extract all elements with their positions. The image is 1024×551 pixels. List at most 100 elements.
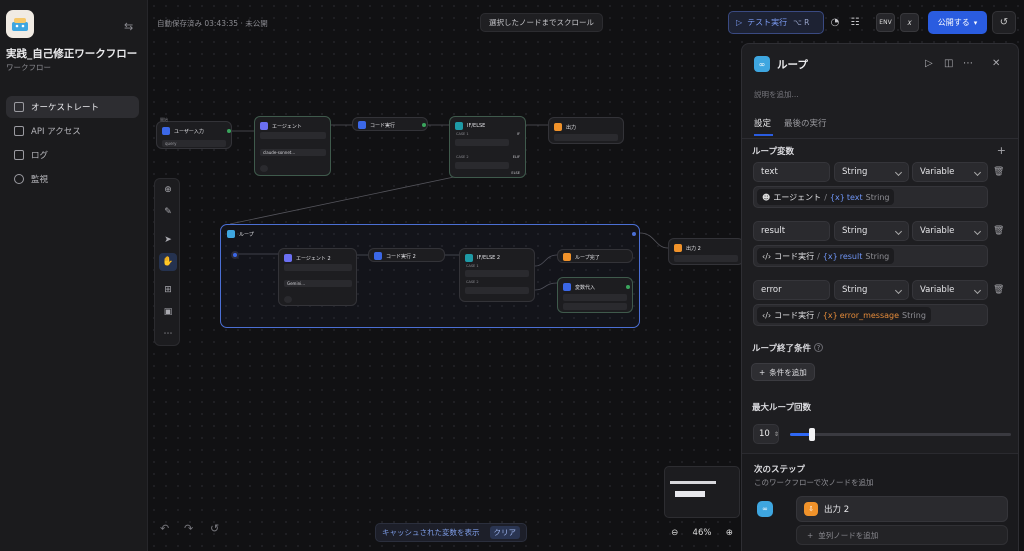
var-source[interactable]: ☻ エージェント / {x} text String bbox=[753, 186, 988, 208]
add-var-icon[interactable]: + bbox=[997, 144, 1006, 157]
agent-icon: ☻ bbox=[762, 192, 771, 202]
var-type-select[interactable]: String bbox=[834, 221, 909, 241]
zoom-out-icon[interactable]: ⊖ bbox=[671, 528, 678, 538]
trash-icon[interactable]: 🗑 bbox=[993, 285, 1004, 295]
node-code[interactable]: コード実行 bbox=[352, 117, 428, 131]
chevron-down-icon: ▾ bbox=[973, 18, 978, 27]
node-model: Gemini... bbox=[284, 280, 352, 287]
add-condition-label: 条件を追加 bbox=[769, 367, 807, 377]
close-icon[interactable]: ✕ bbox=[992, 58, 1000, 69]
code-icon: ‹/› bbox=[762, 310, 772, 320]
node-assign[interactable]: 変数代入 bbox=[557, 277, 633, 313]
redo-icon[interactable]: ↷ bbox=[184, 522, 193, 535]
history-check-icon[interactable]: ◔ bbox=[826, 11, 844, 34]
status-dot bbox=[227, 129, 231, 133]
var-name-input[interactable]: result bbox=[753, 221, 830, 241]
var-mode-select[interactable]: Variable bbox=[912, 162, 988, 182]
scroll-to-selected-button[interactable]: 選択したノードまでスクロール bbox=[480, 13, 603, 32]
branch-if: IF bbox=[516, 132, 520, 136]
node-var: query bbox=[162, 140, 226, 147]
node-agent-2[interactable]: エージェント 2 Gemini... bbox=[278, 248, 357, 306]
next-node-card[interactable]: ⇩ 出力 2 bbox=[796, 496, 1008, 522]
add-note-icon[interactable]: ✎ bbox=[159, 203, 177, 221]
var-source[interactable]: ‹/› コード実行 / {x} error_message String bbox=[753, 304, 988, 326]
loop-icon: ∞ bbox=[757, 501, 773, 517]
checklist-icon[interactable]: ☷ bbox=[846, 11, 864, 34]
version-history-icon[interactable]: ↺ bbox=[992, 11, 1016, 34]
tab-settings[interactable]: 設定 bbox=[754, 117, 771, 129]
var-mode-select[interactable]: Variable bbox=[912, 221, 988, 241]
loop-icon: ∞ bbox=[754, 56, 770, 72]
add-parallel-node-button[interactable]: + 並列ノードを追加 bbox=[796, 525, 1008, 545]
var-source[interactable]: ‹/› コード実行 / {x} result String bbox=[753, 245, 988, 267]
node-output[interactable]: 出力 bbox=[548, 117, 624, 144]
node-title: コード実行 2 bbox=[386, 253, 416, 260]
var-name-input[interactable]: error bbox=[753, 280, 830, 300]
trash-icon[interactable]: 🗑 bbox=[993, 167, 1004, 177]
minimap[interactable] bbox=[664, 466, 740, 518]
node-title: エージェント bbox=[272, 123, 302, 130]
panel-title: ループ bbox=[777, 59, 808, 71]
case-label: CASE 1 bbox=[456, 132, 469, 136]
hand-icon[interactable]: ✋ bbox=[159, 253, 177, 271]
variable-icon[interactable]: 𝑥 bbox=[900, 13, 919, 32]
max-loop-input[interactable]: 10 ⇕ bbox=[753, 424, 779, 444]
split-view-icon[interactable]: ◫ bbox=[944, 58, 953, 69]
env-button[interactable]: ENV bbox=[876, 13, 895, 32]
code-icon: ‹/› bbox=[762, 251, 772, 261]
next-node-label: 出力 2 bbox=[824, 505, 850, 515]
loop-vars-label: ループ変数 bbox=[752, 147, 794, 157]
publish-button[interactable]: 公開する ▾ bbox=[928, 11, 987, 34]
tab-last-run[interactable]: 最後の実行 bbox=[784, 117, 827, 129]
max-loop-label: 最大ループ回数 bbox=[752, 403, 811, 413]
add-parallel-label: 並列ノードを追加 bbox=[818, 530, 879, 540]
more-options-icon[interactable]: ⋯ bbox=[963, 58, 973, 69]
node-output-2[interactable]: 出力 2 bbox=[668, 238, 744, 265]
description-input[interactable]: 説明を追加... bbox=[754, 89, 799, 100]
add-condition-button[interactable]: + 条件を追加 bbox=[751, 363, 815, 381]
max-loop-slider[interactable] bbox=[790, 428, 1011, 441]
node-settings-panel: ∞ ループ ▷ ◫ ⋯ ✕ 説明を追加... 設定 最後の実行 ループ変数 + … bbox=[741, 43, 1019, 551]
history-icon[interactable]: ↺ bbox=[210, 522, 219, 535]
node-model: claude-sonnet... bbox=[260, 149, 326, 156]
info-icon[interactable]: ? bbox=[814, 343, 823, 352]
image-icon[interactable]: ▣ bbox=[159, 303, 177, 321]
zoom-level[interactable]: 46% bbox=[693, 528, 712, 538]
node-agent[interactable]: エージェント claude-sonnet... bbox=[254, 116, 331, 176]
var-type-select[interactable]: String bbox=[834, 162, 909, 182]
run-node-icon[interactable]: ▷ bbox=[925, 58, 933, 69]
test-run-shortcut: ⌥ R bbox=[793, 18, 810, 27]
case-label: CASE 2 bbox=[456, 155, 469, 159]
node-title: IF/ELSE 2 bbox=[477, 255, 501, 261]
test-run-button[interactable]: ▷ テスト実行 ⌥ R bbox=[728, 11, 824, 34]
node-ifelse[interactable]: IF/ELSE CASE 1 IF CASE 2 ELIF ELSE bbox=[449, 116, 526, 178]
more-icon[interactable]: ⋯ bbox=[159, 325, 177, 343]
output-icon: ⇩ bbox=[804, 502, 818, 516]
zoom-controls: ⊖ 46% ⊕ bbox=[664, 523, 740, 543]
plus-icon: + bbox=[759, 367, 766, 377]
stepper-icon[interactable]: ⇕ bbox=[774, 431, 779, 438]
node-code-2[interactable]: コード実行 2 bbox=[368, 248, 445, 262]
node-title: コード実行 bbox=[370, 122, 396, 129]
var-mode-select[interactable]: Variable bbox=[912, 280, 988, 300]
zoom-in-icon[interactable]: ⊕ bbox=[726, 528, 733, 538]
trash-icon[interactable]: 🗑 bbox=[993, 226, 1004, 236]
node-ifelse-2[interactable]: IF/ELSE 2 CASE 1 CASE 2 bbox=[459, 248, 535, 302]
var-name-input[interactable]: text bbox=[753, 162, 830, 182]
canvas-toolbox: ⊕ ✎ ➤ ✋ ⊞ ▣ ⋯ bbox=[154, 178, 180, 346]
node-badge: 開始 bbox=[160, 117, 168, 122]
var-type-select[interactable]: String bbox=[834, 280, 909, 300]
pointer-icon[interactable]: ➤ bbox=[159, 231, 177, 249]
test-run-label: テスト実行 bbox=[747, 18, 788, 27]
show-cache-button[interactable]: キャッシュされた変数を表示 bbox=[382, 527, 480, 538]
slider-handle[interactable] bbox=[809, 428, 815, 441]
loop-start-dot bbox=[231, 251, 239, 259]
organize-icon[interactable]: ⊞ bbox=[159, 281, 177, 299]
case-label: CASE 1 bbox=[466, 264, 479, 268]
undo-icon[interactable]: ↶ bbox=[160, 522, 169, 535]
node-user-input[interactable]: 開始 ユーザー入力 query bbox=[156, 117, 232, 149]
node-title: 出力 bbox=[566, 124, 577, 131]
node-loop-end[interactable]: ループ完了 bbox=[557, 249, 633, 263]
add-node-icon[interactable]: ⊕ bbox=[159, 181, 177, 199]
clear-cache-button[interactable]: クリア bbox=[489, 526, 520, 539]
